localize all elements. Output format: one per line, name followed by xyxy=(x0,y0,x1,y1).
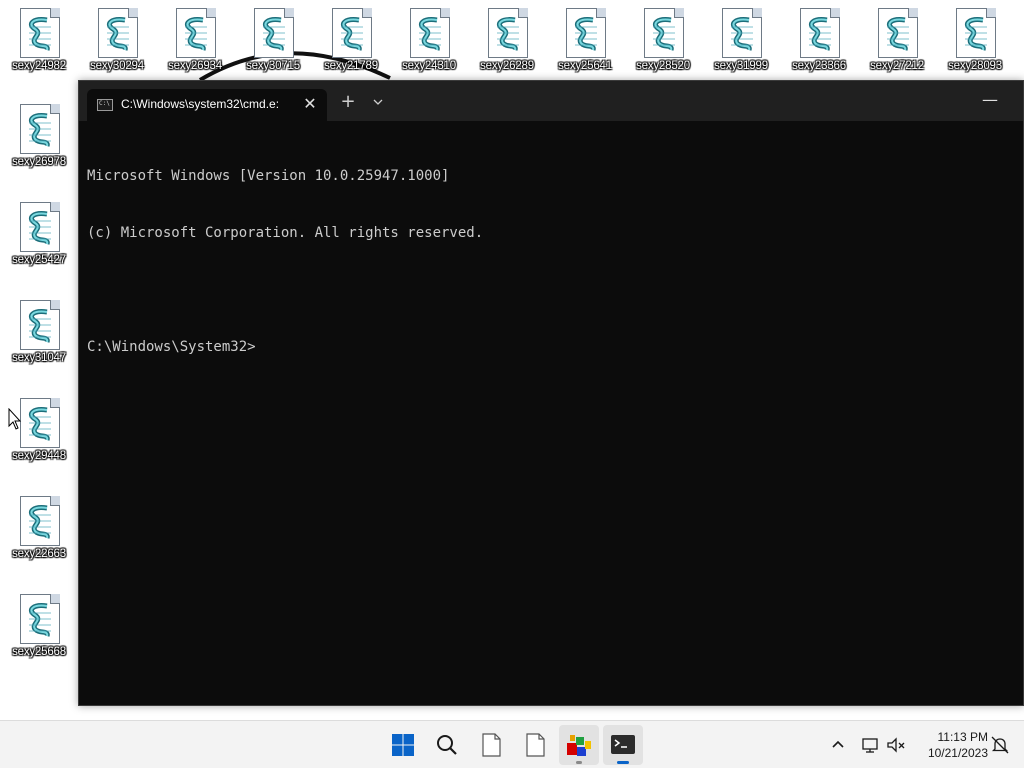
desktop-file-label: sexy23366 xyxy=(792,60,846,72)
scroll-icon xyxy=(887,17,909,51)
terminal-titlebar[interactable]: C:\ C:\Windows\system32\cmd.e: ✕ + — xyxy=(79,81,1023,121)
desktop-file-label: sexy28093 xyxy=(948,60,1002,72)
desktop-file-label: sexy30715 xyxy=(246,60,300,72)
scroll-icon xyxy=(29,505,51,539)
scroll-icon xyxy=(341,17,363,51)
file-app-button-2[interactable] xyxy=(515,725,555,765)
console-prompt: C:\Windows\System32> xyxy=(87,339,256,355)
desktop-file-sexy30294[interactable]: sexy30294 xyxy=(81,2,153,82)
scroll-icon xyxy=(653,17,675,51)
desktop-file-label: sexy26978 xyxy=(12,156,66,168)
volume-muted-icon[interactable] xyxy=(884,733,908,757)
desktop-file-label: sexy31999 xyxy=(714,60,768,72)
console-output[interactable]: Microsoft Windows [Version 10.0.25947.10… xyxy=(87,129,1015,697)
console-line: Microsoft Windows [Version 10.0.25947.10… xyxy=(87,168,450,184)
desktop-file-sexy31999[interactable]: sexy31999 xyxy=(705,2,777,82)
network-icon[interactable] xyxy=(858,733,882,757)
terminal-taskbar-button[interactable] xyxy=(603,725,643,765)
desktop-file-label: sexy21789 xyxy=(324,60,378,72)
terminal-icon xyxy=(611,735,635,754)
cmd-icon-text: C:\ xyxy=(99,100,110,107)
search-icon xyxy=(437,735,457,755)
terminal-tab[interactable]: C:\ C:\Windows\system32\cmd.e: ✕ xyxy=(87,89,327,121)
desktop-file-label: sexy31047 xyxy=(12,352,66,364)
desktop-file-label: sexy25641 xyxy=(558,60,612,72)
scroll-icon xyxy=(575,17,597,51)
file-app-button-1[interactable] xyxy=(471,725,511,765)
scroll-icon xyxy=(185,17,207,51)
windows-logo-icon xyxy=(392,734,414,756)
desktop-file-label: sexy30294 xyxy=(90,60,144,72)
app-running-indicator xyxy=(576,761,582,764)
scroll-icon xyxy=(29,211,51,245)
desktop-file-sexy22663[interactable]: sexy22663 xyxy=(3,490,75,570)
desktop-file-sexy25427[interactable]: sexy25427 xyxy=(3,196,75,276)
cmd-icon: C:\ xyxy=(97,99,113,111)
clock-time: 11:13 PM xyxy=(937,730,988,744)
app-active-indicator xyxy=(617,761,629,764)
desktop-file-label: sexy25668 xyxy=(12,646,66,658)
desktop-file-sexy28520[interactable]: sexy28520 xyxy=(627,2,699,82)
desktop-file-sexy27212[interactable]: sexy27212 xyxy=(861,2,933,82)
scroll-icon xyxy=(29,603,51,637)
scroll-icon xyxy=(497,17,519,51)
desktop-file-sexy25668[interactable]: sexy25668 xyxy=(3,588,75,668)
blank-file-icon xyxy=(482,733,501,757)
desktop-file-sexy23366[interactable]: sexy23366 xyxy=(783,2,855,82)
chevron-up-icon[interactable] xyxy=(826,733,850,757)
tab-title: C:\Windows\system32\cmd.e: xyxy=(121,97,280,111)
desktop-file-sexy25641[interactable]: sexy25641 xyxy=(549,2,621,82)
desktop-file-sexy31047[interactable]: sexy31047 xyxy=(3,294,75,374)
terminal-window[interactable]: C:\ C:\Windows\system32\cmd.e: ✕ + — Mic… xyxy=(78,80,1024,706)
console-line: (c) Microsoft Corporation. All rights re… xyxy=(87,225,484,241)
desktop-file-label: sexy28520 xyxy=(636,60,690,72)
start-button[interactable] xyxy=(383,725,423,765)
desktop-file-sexy30715[interactable]: sexy30715 xyxy=(237,2,309,82)
scroll-icon xyxy=(965,17,987,51)
chevron-down-icon[interactable] xyxy=(367,91,389,113)
desktop-file-sexy24982[interactable]: sexy24982 xyxy=(3,2,75,82)
clock-date: 10/21/2023 xyxy=(927,746,988,760)
desktop-file-sexy26978[interactable]: sexy26978 xyxy=(3,98,75,178)
desktop-file-sexy28093[interactable]: sexy28093 xyxy=(939,2,1011,82)
desktop-file-label: sexy24310 xyxy=(402,60,456,72)
desktop-file-label: sexy24982 xyxy=(12,60,66,72)
desktop-file-label: sexy26289 xyxy=(480,60,534,72)
scroll-icon xyxy=(419,17,441,51)
scroll-icon xyxy=(731,17,753,51)
desktop-file-sexy24310[interactable]: sexy24310 xyxy=(393,2,465,82)
tab-close-icon[interactable]: ✕ xyxy=(299,93,321,115)
scroll-icon xyxy=(263,17,285,51)
desktop-file-sexy26934[interactable]: sexy26934 xyxy=(159,2,231,82)
desktop-file-label: sexy27212 xyxy=(870,60,924,72)
scroll-icon xyxy=(29,17,51,51)
desktop-file-label: sexy25427 xyxy=(12,254,66,266)
desktop-file-sexy26289[interactable]: sexy26289 xyxy=(471,2,543,82)
desktop-file-label: sexy22663 xyxy=(12,548,66,560)
notification-bell-icon[interactable] xyxy=(988,733,1012,757)
scroll-icon xyxy=(809,17,831,51)
scroll-icon xyxy=(29,407,51,441)
taskbar: 11:13 PM 10/21/2023 xyxy=(0,720,1024,768)
desktop-file-label: sexy26934 xyxy=(168,60,222,72)
mouse-cursor xyxy=(8,408,22,430)
colorful-blocks-icon xyxy=(567,735,591,756)
search-button[interactable] xyxy=(427,725,467,765)
desktop-file-label: sexy29448 xyxy=(12,450,66,462)
scroll-icon xyxy=(107,17,129,51)
blank-file-icon xyxy=(526,733,545,757)
scroll-icon xyxy=(29,113,51,147)
clock[interactable]: 11:13 PM 10/21/2023 xyxy=(912,729,988,761)
scroll-icon xyxy=(29,309,51,343)
desktop-file-sexy29448[interactable]: sexy29448 xyxy=(3,392,75,472)
new-tab-button[interactable]: + xyxy=(337,91,359,113)
desktop-file-sexy21789[interactable]: sexy21789 xyxy=(315,2,387,82)
minimize-button[interactable]: — xyxy=(979,89,1001,111)
colorful-app-button[interactable] xyxy=(559,725,599,765)
console-line: ​ xyxy=(87,281,1015,300)
